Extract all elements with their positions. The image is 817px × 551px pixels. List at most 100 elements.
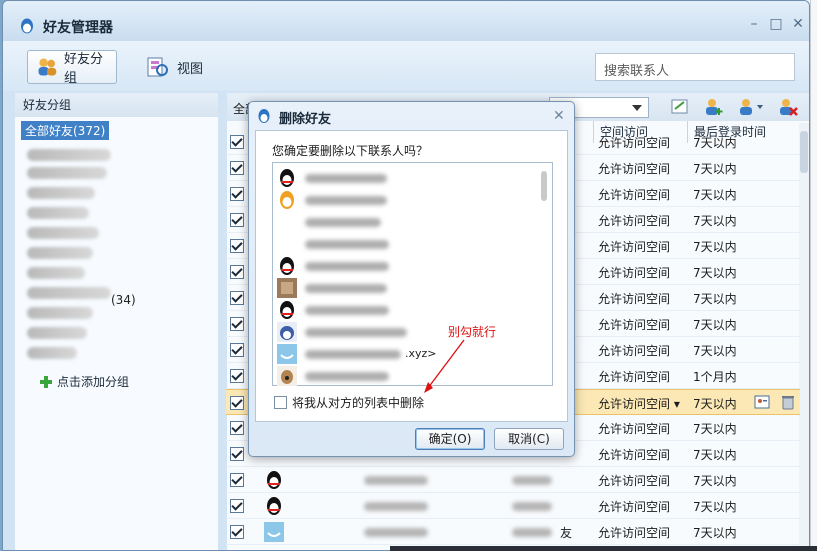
- group-item[interactable]: [27, 287, 111, 299]
- row-checkbox[interactable]: [230, 525, 244, 539]
- row-checkbox[interactable]: [230, 265, 244, 279]
- search-input[interactable]: 搜索联系人: [595, 53, 795, 81]
- list-scrollbar-thumb[interactable]: [800, 131, 808, 173]
- group-item[interactable]: [27, 207, 89, 219]
- contact-info-blurred: [512, 476, 552, 485]
- cancel-button[interactable]: 取消(C): [494, 428, 564, 450]
- contact-info-blurred: [512, 528, 552, 537]
- add-group-button[interactable]: 点击添加分组: [39, 373, 129, 390]
- row-checkbox[interactable]: [230, 343, 244, 357]
- last-login-cell: 7天以内: [693, 318, 737, 332]
- background-window-right: [810, 0, 817, 551]
- space-access-cell: 允许访问空间: [598, 526, 671, 540]
- contact-info-blurred: [364, 502, 428, 511]
- view-icon: [147, 57, 168, 77]
- row-checkbox[interactable]: [230, 317, 244, 331]
- group-item[interactable]: [27, 347, 77, 359]
- window-title: 好友管理器: [43, 20, 113, 36]
- last-login-cell: 7天以内: [693, 474, 737, 488]
- table-row[interactable]: 友 允许访问空间 7天以内: [226, 519, 800, 545]
- table-row[interactable]: 允许访问空间 7天以内: [226, 493, 800, 519]
- dialog-close-icon[interactable]: ✕: [553, 108, 565, 124]
- taskbar-edge: [390, 546, 817, 551]
- dialog-list-scrollbar-thumb[interactable]: [541, 171, 547, 201]
- row-checkbox[interactable]: [230, 161, 244, 175]
- dialog-title: 删除好友: [279, 112, 332, 127]
- checkbox-box[interactable]: [274, 396, 287, 409]
- photo-avatar-icon: [277, 278, 297, 298]
- contact-name-blurred: [305, 174, 387, 183]
- row-checkbox[interactable]: [230, 239, 244, 253]
- last-login-cell: 1个月内: [693, 370, 737, 384]
- view-button[interactable]: 视图: [137, 50, 211, 84]
- list-item: [277, 299, 537, 321]
- row-checkbox[interactable]: [230, 473, 244, 487]
- list-item: [277, 255, 537, 277]
- row-checkbox[interactable]: [230, 187, 244, 201]
- space-access-cell: 允许访问空间: [598, 344, 671, 358]
- list-item: [277, 167, 537, 189]
- last-login-cell: 7天以内: [693, 422, 737, 436]
- smile-avatar-icon: [277, 344, 297, 364]
- space-access-cell: 允许访问空间: [598, 448, 671, 462]
- last-login-cell: 7天以内: [693, 214, 737, 228]
- delete-friend-icon[interactable]: [777, 97, 799, 117]
- close-button[interactable]: ✕: [787, 17, 809, 33]
- row-checkbox[interactable]: [230, 447, 244, 461]
- row-checkbox[interactable]: [230, 213, 244, 227]
- move-friend-icon[interactable]: [737, 97, 765, 117]
- contact-name-blurred: [305, 218, 381, 227]
- row-checkbox[interactable]: [230, 421, 244, 435]
- view-label: 视图: [177, 61, 204, 77]
- title-bar: 好友管理器 – □ ✕: [3, 1, 809, 41]
- last-login-cell: 7天以内: [693, 448, 737, 462]
- row-checkbox[interactable]: [230, 499, 244, 513]
- group-item[interactable]: [27, 247, 93, 259]
- friends-icon: [38, 58, 57, 76]
- add-friend-icon[interactable]: [703, 97, 725, 117]
- friend-group-button[interactable]: 好友分组: [27, 50, 117, 86]
- group-item-count: (34): [111, 293, 136, 307]
- list-scrollbar[interactable]: [799, 123, 809, 550]
- minimize-button[interactable]: –: [743, 17, 765, 33]
- maximize-button[interactable]: □: [765, 17, 787, 33]
- row-checkbox[interactable]: [230, 369, 244, 383]
- edit-note-icon[interactable]: [669, 97, 691, 117]
- contact-name-blurred: [305, 306, 389, 315]
- contact-info-blurred: [364, 476, 428, 485]
- remove-me-checkbox[interactable]: 将我从对方的列表中删除: [274, 394, 424, 411]
- trash-icon[interactable]: [780, 394, 796, 410]
- row-checkbox[interactable]: [230, 291, 244, 305]
- group-item[interactable]: [27, 267, 85, 279]
- qq-avatar-icon: [280, 257, 294, 275]
- group-item[interactable]: [27, 327, 87, 339]
- space-access-cell: 允许访问空间: [598, 240, 671, 254]
- group-item[interactable]: [27, 227, 99, 239]
- group-item[interactable]: [27, 187, 95, 199]
- contact-card-icon[interactable]: [754, 394, 770, 410]
- space-access-cell: 允许访问空间: [598, 500, 671, 514]
- table-row[interactable]: 允许访问空间 7天以内: [226, 467, 800, 493]
- row-checkbox[interactable]: [230, 396, 244, 410]
- space-access-cell: 允许访问空间: [598, 318, 671, 332]
- annotation-arrow-icon: [424, 339, 465, 393]
- group-all-friends[interactable]: 全部好友(372): [21, 121, 110, 140]
- group-item[interactable]: [27, 149, 111, 161]
- qq-penguin-icon: [258, 109, 270, 123]
- group-item[interactable]: [27, 307, 93, 319]
- space-access-cell: 允许访问空间: [598, 162, 671, 176]
- space-access-cell: 允许访问空间: [598, 422, 671, 436]
- group-item[interactable]: [27, 167, 107, 179]
- last-login-cell: 7天以内: [693, 240, 737, 254]
- list-item: [277, 233, 537, 255]
- list-item: .xyz>: [277, 343, 537, 365]
- contact-info-blurred: [512, 502, 552, 511]
- dog-avatar-icon: [277, 366, 297, 386]
- list-item: [277, 321, 537, 343]
- row-checkbox[interactable]: [230, 135, 244, 149]
- list-item: [277, 189, 537, 211]
- ok-button[interactable]: 确定(O): [415, 428, 485, 450]
- space-access-cell[interactable]: 允许访问空间 ▾: [598, 395, 680, 412]
- contact-name-blurred: [305, 372, 389, 381]
- last-login-cell: 7天以内: [693, 162, 737, 176]
